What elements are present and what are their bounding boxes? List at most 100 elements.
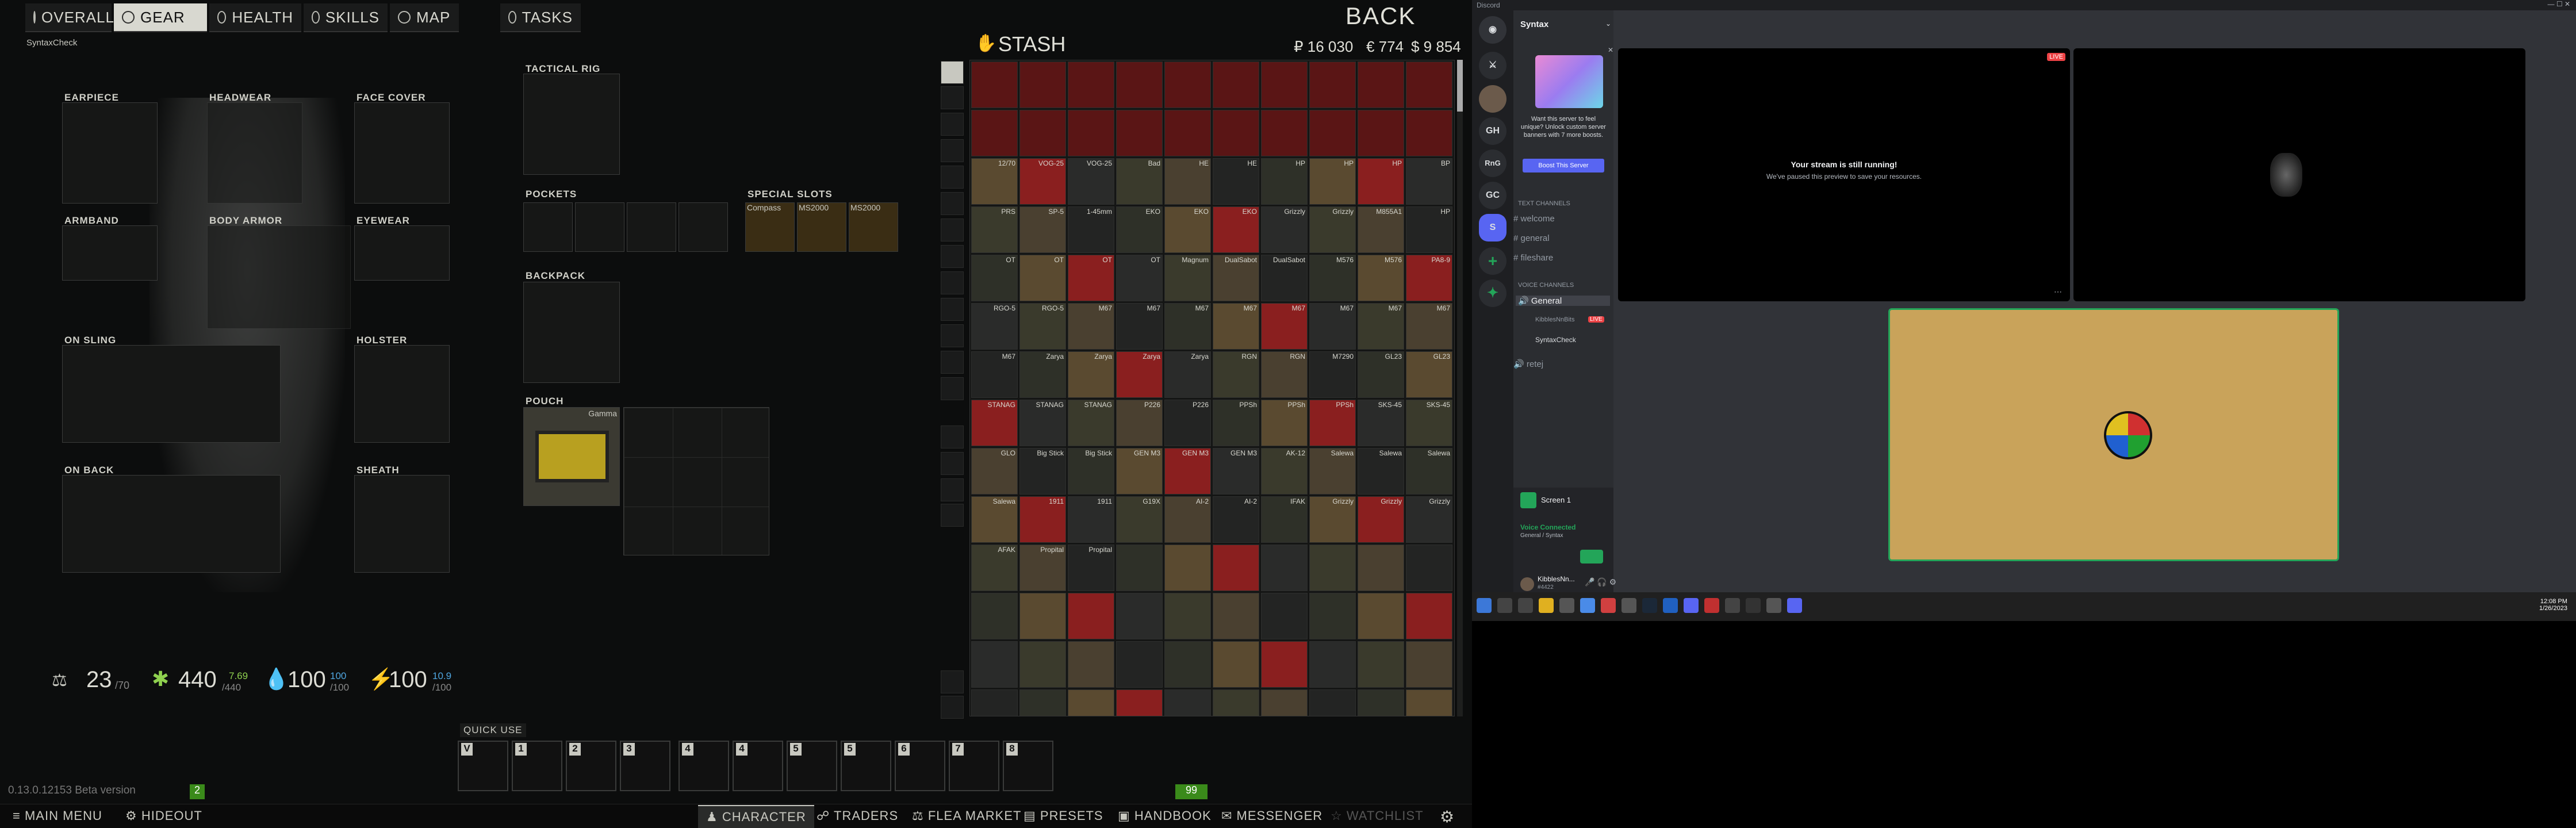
settings-gear-icon[interactable]: ⚙ <box>1440 807 1455 826</box>
nav-flea-market[interactable]: ⚖ FLEA MARKET <box>912 808 1021 823</box>
quick-use-slot[interactable]: 3 <box>620 741 670 791</box>
stash-item[interactable] <box>1406 593 1452 639</box>
stash-item[interactable]: M67 <box>971 351 1018 398</box>
server-menu-chevron-icon[interactable]: ⌄ <box>1605 20 1611 28</box>
channel-welcome[interactable]: # welcome <box>1513 214 1555 224</box>
special-slot-1[interactable]: Compass <box>745 202 795 252</box>
filter-grenades-button[interactable] <box>941 271 964 294</box>
stash-item[interactable] <box>1019 689 1066 716</box>
app-icon[interactable] <box>1621 598 1636 613</box>
stash-item[interactable]: SKS-45 <box>1406 400 1452 446</box>
stash-item[interactable] <box>1261 689 1308 716</box>
quick-use-slot[interactable]: 7 <box>949 741 999 791</box>
stash-item[interactable] <box>1406 62 1452 108</box>
nav-hideout[interactable]: ⚙ HIDEOUT <box>125 808 202 823</box>
stash-item[interactable]: M855A1 <box>1358 206 1404 253</box>
filter-mods-button[interactable] <box>941 192 964 215</box>
stash-item[interactable]: G19X <box>1116 496 1163 543</box>
eyewear-slot[interactable] <box>354 225 450 281</box>
app-icon[interactable] <box>1704 598 1719 613</box>
stash-item[interactable] <box>1068 110 1114 156</box>
stash-item[interactable] <box>1358 593 1404 639</box>
stash-item[interactable]: OT <box>1019 255 1066 301</box>
stash-item[interactable] <box>1164 641 1211 688</box>
stash-item[interactable]: OT <box>1116 255 1163 301</box>
headwear-slot[interactable] <box>207 102 302 204</box>
stash-item[interactable]: Big Stick <box>1019 448 1066 494</box>
stash-item[interactable]: SKS-45 <box>1358 400 1404 446</box>
stash-item[interactable] <box>1019 110 1066 156</box>
pocket-slot-2[interactable] <box>575 202 624 252</box>
stash-item[interactable]: RGO-5 <box>971 303 1018 350</box>
stash-item[interactable] <box>1116 689 1163 716</box>
filter-barter-button[interactable] <box>941 298 964 321</box>
search-stash-button[interactable] <box>941 696 964 719</box>
server-icon-2[interactable] <box>1479 85 1506 113</box>
stash-item[interactable] <box>971 641 1018 688</box>
stash-item[interactable] <box>1309 593 1356 639</box>
special-slot-2[interactable]: MS2000 <box>797 202 846 252</box>
stash-item[interactable] <box>971 593 1018 639</box>
filter-meds-button[interactable] <box>941 166 964 189</box>
quick-use-slot[interactable]: 1 <box>512 741 562 791</box>
stash-item[interactable]: STANAG <box>971 400 1018 446</box>
stash-item[interactable]: OT <box>1068 255 1114 301</box>
discord-home-icon[interactable]: ◉ <box>1479 16 1506 44</box>
stash-item[interactable]: P226 <box>1164 400 1211 446</box>
backpack-slot[interactable] <box>523 282 620 383</box>
screen-share-thumb[interactable] <box>1520 492 1536 508</box>
stash-item[interactable]: PPSh <box>1213 400 1259 446</box>
browser-icon[interactable] <box>1580 598 1595 613</box>
window-controls[interactable]: — ☐ ✕ <box>2548 0 2570 8</box>
stash-item[interactable]: Grizzly <box>1309 206 1356 253</box>
stash-item[interactable] <box>1358 689 1404 716</box>
stash-item[interactable] <box>1164 593 1211 639</box>
stash-item[interactable]: AK-12 <box>1261 448 1308 494</box>
stream-tile-paused[interactable]: LIVE Your stream is still running! We've… <box>1618 48 2070 301</box>
nav-handbook[interactable]: ▣ HANDBOOK <box>1118 808 1212 823</box>
stash-item[interactable]: Zarya <box>1019 351 1066 398</box>
scrollbar-thumb[interactable] <box>1457 60 1463 112</box>
stash-item[interactable]: GEN M3 <box>1213 448 1259 494</box>
stash-item[interactable]: DualSabot <box>1213 255 1259 301</box>
stash-scrollbar[interactable] <box>1457 60 1463 716</box>
filter-repair-button[interactable] <box>941 452 964 475</box>
discord-icon[interactable] <box>1684 598 1699 613</box>
steam-icon[interactable] <box>1642 598 1657 613</box>
grid-sort-button[interactable] <box>941 670 964 693</box>
filter-info-button[interactable] <box>941 425 964 448</box>
filter-ammo-button[interactable] <box>941 139 964 162</box>
stash-item[interactable]: RGN <box>1213 351 1259 398</box>
stash-item[interactable]: M67 <box>1068 303 1114 350</box>
tab-health[interactable]: HEALTH <box>209 3 301 32</box>
stash-item[interactable]: GLO <box>971 448 1018 494</box>
server-icon-gh[interactable]: GH <box>1479 117 1506 145</box>
windows-start-icon[interactable] <box>1477 598 1492 613</box>
text-channels-header[interactable]: TEXT CHANNELS <box>1518 200 1570 207</box>
stash-item[interactable]: AI-2 <box>1164 496 1211 543</box>
filter-medical-button[interactable] <box>941 245 964 268</box>
filter-quest-button[interactable] <box>941 504 964 527</box>
back-button[interactable]: BACK <box>1346 2 1416 30</box>
file-explorer-icon[interactable] <box>1539 598 1554 613</box>
stash-item[interactable]: GEN M3 <box>1164 448 1211 494</box>
pouch-slot[interactable]: Gamma <box>523 407 620 506</box>
filter-containers-button[interactable] <box>941 351 964 374</box>
pocket-slot-4[interactable] <box>678 202 728 252</box>
tab-overall[interactable]: OVERALL <box>25 3 114 32</box>
stash-item[interactable] <box>1406 641 1452 688</box>
tab-tasks[interactable]: TASKS <box>500 3 581 32</box>
filter-food-button[interactable] <box>941 324 964 347</box>
stash-item[interactable]: Salewa <box>1309 448 1356 494</box>
stash-item[interactable] <box>1309 110 1356 156</box>
close-banner-icon[interactable]: ✕ <box>1608 46 1613 54</box>
stash-item[interactable] <box>1019 641 1066 688</box>
quick-use-slot[interactable]: 4 <box>733 741 783 791</box>
app-icon[interactable] <box>1559 598 1574 613</box>
task-view-icon[interactable] <box>1518 598 1533 613</box>
stash-item[interactable]: 1-45mm <box>1068 206 1114 253</box>
earpiece-slot[interactable] <box>62 102 158 204</box>
stash-item[interactable] <box>1213 641 1259 688</box>
stash-item[interactable]: BP <box>1406 158 1452 205</box>
stash-item[interactable] <box>1261 641 1308 688</box>
